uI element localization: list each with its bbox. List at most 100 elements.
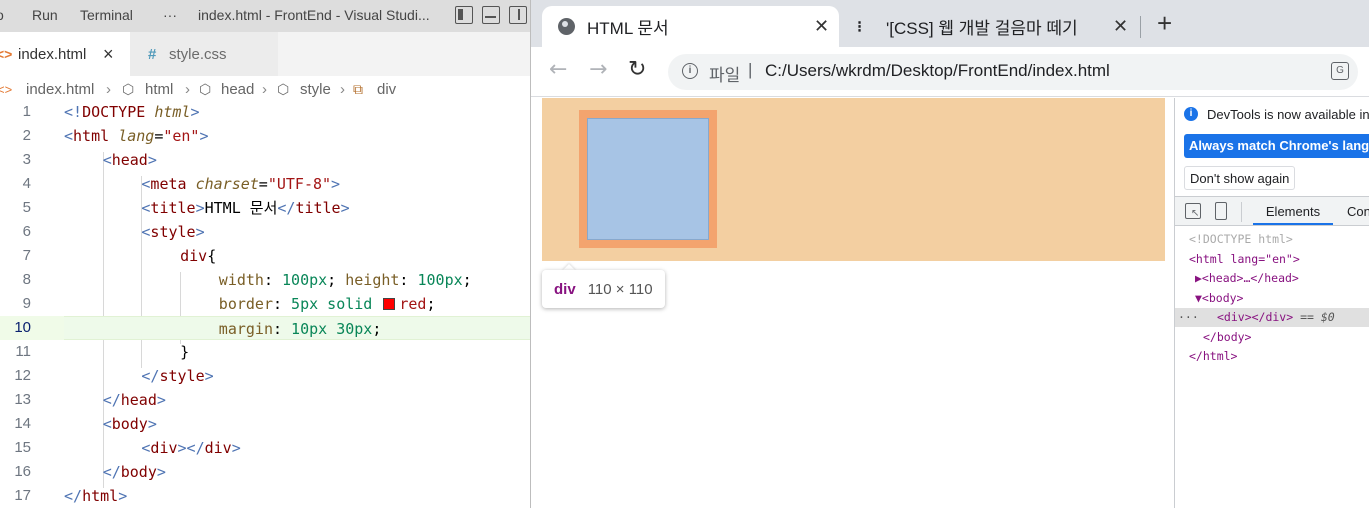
inspect-element-icon[interactable]: ↖ xyxy=(1185,203,1201,219)
line-number: 16 xyxy=(14,463,31,480)
address-bar[interactable]: i 파일 | C:/Users/wkrdm/Desktop/FrontEnd/i… xyxy=(668,54,1358,90)
tab-index-html[interactable]: <> index.html × xyxy=(0,32,130,76)
code-line[interactable]: 7 div{ xyxy=(0,244,530,268)
code-line[interactable]: 4 <meta charset="UTF-8"> xyxy=(0,172,530,196)
code-line[interactable]: 17 </html> xyxy=(0,484,530,508)
code-line[interactable]: 3 <head> xyxy=(0,148,530,172)
code-line[interactable]: 12 </style> xyxy=(0,364,530,388)
chevron-right-icon: › xyxy=(106,81,111,98)
editor-tab-bar: <> index.html × # style.css xyxy=(0,32,530,76)
div-content-highlight xyxy=(587,118,709,240)
code-text: <title>HTML 문서</title> xyxy=(141,199,350,217)
tooltip-tag: div xyxy=(554,280,576,298)
breadcrumb-item-div[interactable]: div xyxy=(377,81,396,98)
element-icon: ⧉ xyxy=(353,81,363,97)
page-viewport[interactable]: div 110 × 110 xyxy=(542,98,1165,508)
toggle-panel-icon[interactable] xyxy=(482,6,500,24)
code-text: border: 5px solid red; xyxy=(218,295,436,313)
back-button[interactable]: ← xyxy=(549,57,567,82)
toggle-sidebar-icon[interactable] xyxy=(455,6,473,24)
code-line[interactable]: 11} xyxy=(0,340,530,364)
dom-node-text: </html> xyxy=(1189,349,1238,363)
line-number: 7 xyxy=(22,247,31,264)
forward-button[interactable]: → xyxy=(589,57,607,82)
tab-css-course[interactable]: ⁝ '[CSS] 웹 개발 걸음마 떼기 ✕ xyxy=(839,6,1139,47)
code-line[interactable]: 1 <!DOCTYPE html> xyxy=(0,100,530,124)
line-number: 14 xyxy=(14,415,31,432)
code-cell: <style> xyxy=(64,220,530,244)
close-tab-icon[interactable]: ✕ xyxy=(814,16,829,37)
line-number: 4 xyxy=(22,175,31,192)
code-text: </body> xyxy=(102,463,166,481)
device-toolbar-icon[interactable] xyxy=(1215,202,1227,220)
menu-more-button[interactable]: ··· xyxy=(163,7,177,23)
dom-node[interactable]: ▶<head>…</head> xyxy=(1175,269,1369,288)
tooltip-size: 110 × 110 xyxy=(587,280,653,298)
code-line[interactable]: 5 <title>HTML 문서</title> xyxy=(0,196,530,220)
code-text: </head> xyxy=(102,391,166,409)
code-line[interactable]: 9 border: 5px solid red; xyxy=(0,292,530,316)
close-icon[interactable]: × xyxy=(103,44,114,65)
tab-console[interactable]: Console xyxy=(1347,204,1369,219)
translate-icon[interactable]: G xyxy=(1331,62,1349,80)
dom-node[interactable]: ▼<body> xyxy=(1175,289,1369,308)
line-number: 13 xyxy=(14,391,31,408)
menu-item-terminal[interactable]: Terminal xyxy=(80,7,133,23)
line-number: 2 xyxy=(22,127,31,144)
dom-node[interactable]: <html lang="en"> xyxy=(1175,250,1369,269)
code-line[interactable]: 10 margin: 10px 30px; xyxy=(0,316,530,340)
code-text: <!DOCTYPE html> xyxy=(64,103,200,121)
tab-divider xyxy=(1140,16,1141,38)
code-line[interactable]: 14 <body> xyxy=(0,412,530,436)
menu-item-go[interactable]: o xyxy=(0,7,4,23)
url-text[interactable]: C:/Users/wkrdm/Desktop/FrontEnd/index.ht… xyxy=(765,61,1110,81)
code-line[interactable]: 8 width: 100px; height: 100px; xyxy=(0,268,530,292)
close-tab-icon[interactable]: ✕ xyxy=(1113,16,1128,37)
tab-style-css[interactable]: # style.css xyxy=(130,32,278,76)
match-language-button[interactable]: Always match Chrome's language xyxy=(1184,134,1369,158)
line-number: 11 xyxy=(15,343,31,360)
code-text: <body> xyxy=(102,415,157,433)
code-line[interactable]: 13 </head> xyxy=(0,388,530,412)
dom-node-text: ▶<head>…</head> xyxy=(1195,271,1299,285)
code-cell: <html lang="en"> xyxy=(64,124,530,148)
new-tab-button[interactable]: + xyxy=(1157,8,1172,39)
toggle-secondary-sidebar-icon[interactable] xyxy=(509,6,527,24)
breadcrumb-item-style[interactable]: style xyxy=(300,81,331,98)
color-swatch[interactable] xyxy=(383,298,396,310)
cube-icon: ⬡ xyxy=(277,81,290,97)
breadcrumb-item-file[interactable]: index.html xyxy=(26,81,94,98)
code-text: } xyxy=(180,343,190,361)
info-icon[interactable]: i xyxy=(682,63,698,79)
html-file-icon: <> xyxy=(0,82,13,97)
breadcrumb-item-html[interactable]: html xyxy=(145,81,173,98)
chevron-right-icon: › xyxy=(262,81,267,98)
code-text: <html lang="en"> xyxy=(64,127,209,145)
dom-node[interactable]: </body> xyxy=(1175,328,1369,347)
code-editor[interactable]: 1 <!DOCTYPE html> 2 <html lang="en"> 3 <head>… xyxy=(0,103,530,508)
dom-node[interactable]: ··· <div></div> == $0 xyxy=(1175,308,1369,327)
code-text: width: 100px; height: 100px; xyxy=(218,271,472,289)
devtools-banner-text: DevTools is now available in xyxy=(1207,107,1369,122)
reload-button[interactable]: ↻ xyxy=(628,57,646,82)
dom-node[interactable]: </html> xyxy=(1175,347,1369,366)
omnibox-separator: | xyxy=(748,60,753,79)
code-line[interactable]: 16 </body> xyxy=(0,460,530,484)
dont-show-again-button[interactable]: Don't show again xyxy=(1184,166,1296,190)
line-number: 15 xyxy=(14,439,31,456)
code-line[interactable]: 2 <html lang="en"> xyxy=(0,124,530,148)
code-text: <style> xyxy=(141,223,205,241)
code-line[interactable]: 6 <style> xyxy=(0,220,530,244)
breadcrumb-item-head[interactable]: head xyxy=(221,81,254,98)
window-title: index.html - FrontEnd - Visual Studi... xyxy=(198,7,430,23)
node-options-button[interactable]: ··· xyxy=(1178,308,1199,327)
cube-icon: ⬡ xyxy=(122,81,135,97)
dom-node[interactable]: <!DOCTYPE html> xyxy=(1175,230,1369,249)
menu-item-run[interactable]: Run xyxy=(32,7,58,23)
tab-elements[interactable]: Elements xyxy=(1253,204,1333,225)
line-number: 3 xyxy=(22,151,31,168)
cube-icon: ⬡ xyxy=(199,81,212,97)
dom-node-text: </body> xyxy=(1203,329,1252,344)
code-line[interactable]: 15 <div></div> xyxy=(0,436,530,460)
tab-html-document[interactable]: HTML 문서 ✕ xyxy=(542,6,839,47)
